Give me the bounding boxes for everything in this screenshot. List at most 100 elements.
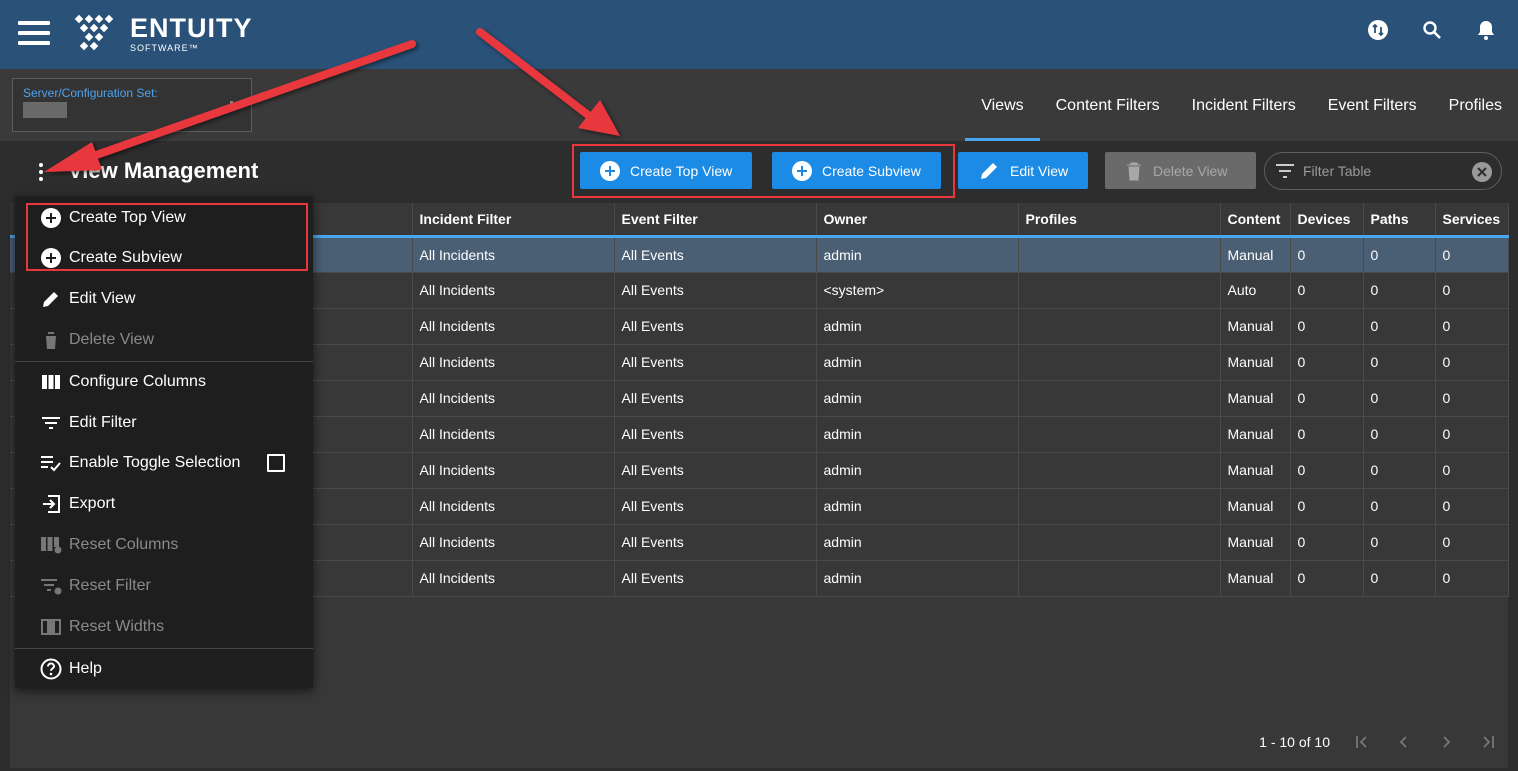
table-cell: 0 xyxy=(1290,236,1364,273)
search-icon[interactable] xyxy=(1420,18,1444,42)
table-cell: admin xyxy=(816,560,1019,597)
column-header[interactable]: Owner xyxy=(816,203,1019,238)
table-cell: 0 xyxy=(1290,488,1364,525)
menu-item-help[interactable]: Help xyxy=(15,649,313,689)
create-subview-button[interactable]: Create Subview xyxy=(772,152,941,189)
column-header[interactable]: Services xyxy=(1435,203,1509,238)
notification-bell-icon[interactable] xyxy=(1474,18,1498,42)
last-page-icon[interactable] xyxy=(1478,732,1498,752)
page-title: View Management xyxy=(68,158,259,183)
table-cell xyxy=(1018,416,1221,453)
columns-icon xyxy=(42,375,60,389)
create-top-view-button[interactable]: Create Top View xyxy=(580,152,753,189)
tab-views[interactable]: Views xyxy=(965,69,1041,141)
server-config-selector[interactable]: Server/Configuration Set: xyxy=(12,78,252,132)
column-header[interactable]: Paths xyxy=(1363,203,1436,238)
filter-table-input[interactable] xyxy=(1303,163,1473,179)
server-config-label: Server/Configuration Set: xyxy=(23,86,158,100)
tab-incident-filters[interactable]: Incident Filters xyxy=(1176,69,1312,141)
table-cell: 0 xyxy=(1363,344,1436,381)
tab-profiles[interactable]: Profiles xyxy=(1433,69,1518,141)
view-toolbar: View Management Create Top View Create S… xyxy=(0,141,1518,203)
table-cell: <system> xyxy=(816,272,1019,309)
reset-columns-icon xyxy=(41,537,62,554)
menu-item-label: Configure Columns xyxy=(69,373,206,390)
table-cell: 0 xyxy=(1435,488,1509,525)
table-cell: 0 xyxy=(1290,416,1364,453)
menu-item-label: Reset Columns xyxy=(69,536,179,553)
table-cell: 0 xyxy=(1363,272,1436,309)
table-cell: All Incidents xyxy=(412,308,615,345)
create-top-view-label: Create Top View xyxy=(630,162,733,179)
table-cell: admin xyxy=(816,308,1019,345)
table-cell xyxy=(1018,524,1221,561)
delete-view-button[interactable]: Delete View xyxy=(1105,152,1256,189)
nav-tabs: Views Content Filters Incident Filters E… xyxy=(965,69,1518,141)
table-cell: 0 xyxy=(1435,308,1509,345)
toggle-selection-checkbox[interactable] xyxy=(267,454,285,472)
menu-item-configure-columns[interactable]: Configure Columns xyxy=(15,362,313,402)
first-page-icon[interactable] xyxy=(1352,732,1372,752)
server-switch-icon[interactable] xyxy=(1366,18,1390,42)
next-page-icon[interactable] xyxy=(1436,732,1456,752)
table-cell: 0 xyxy=(1435,236,1509,273)
menu-item-export[interactable]: Export xyxy=(15,484,313,524)
table-cell: 0 xyxy=(1363,452,1436,489)
filter-lines-icon xyxy=(1276,164,1294,178)
tab-content-filters[interactable]: Content Filters xyxy=(1040,69,1176,141)
more-options-icon[interactable] xyxy=(30,161,52,183)
menu-item-enable-toggle-selection[interactable]: Enable Toggle Selection xyxy=(15,443,313,483)
table-cell: All Incidents xyxy=(412,560,615,597)
menu-item-edit-filter[interactable]: Edit Filter xyxy=(15,403,313,443)
table-cell: Manual xyxy=(1220,308,1291,345)
pencil-icon xyxy=(981,162,997,179)
edit-view-label: Edit View xyxy=(1010,162,1069,179)
column-header[interactable]: Profiles xyxy=(1018,203,1221,238)
table-cell: 0 xyxy=(1363,524,1436,561)
table-cell: Manual xyxy=(1220,452,1291,489)
previous-page-icon[interactable] xyxy=(1394,732,1414,752)
table-cell: 0 xyxy=(1363,308,1436,345)
table-cell xyxy=(1018,560,1221,597)
table-cell: 0 xyxy=(1435,524,1509,561)
table-cell: Auto xyxy=(1220,272,1291,309)
table-cell: admin xyxy=(816,452,1019,489)
table-cell: 0 xyxy=(1290,560,1364,597)
sub-bar: Server/Configuration Set: Views Content … xyxy=(0,69,1518,141)
table-cell xyxy=(1018,452,1221,489)
filter-table-field[interactable] xyxy=(1264,152,1502,190)
menu-item-reset-columns[interactable]: Reset Columns xyxy=(15,525,313,565)
table-cell: 0 xyxy=(1363,488,1436,525)
logo-name: ENTUITY xyxy=(130,13,253,43)
tab-event-filters[interactable]: Event Filters xyxy=(1312,69,1433,141)
column-header[interactable]: Devices xyxy=(1290,203,1364,238)
menu-item-label: Help xyxy=(69,660,102,677)
server-config-value-redacted xyxy=(23,102,67,118)
menu-item-reset-filter[interactable]: Reset Filter xyxy=(15,566,313,606)
menu-item-reset-widths[interactable]: Reset Widths xyxy=(15,607,313,647)
menu-create-items-highlight xyxy=(26,203,308,271)
column-header[interactable]: Content xyxy=(1220,203,1291,238)
column-header[interactable]: Event Filter xyxy=(614,203,817,238)
table-cell: 0 xyxy=(1435,416,1509,453)
table-cell: 0 xyxy=(1290,380,1364,417)
table-cell: All Incidents xyxy=(412,272,615,309)
clear-filter-icon[interactable] xyxy=(1472,162,1492,182)
table-cell: Manual xyxy=(1220,416,1291,453)
menu-item-delete-view[interactable]: Delete View xyxy=(15,320,313,360)
edit-view-button[interactable]: Edit View xyxy=(958,152,1089,189)
table-cell: All Incidents xyxy=(412,236,615,273)
table-cell: admin xyxy=(816,416,1019,453)
hamburger-menu-icon[interactable] xyxy=(18,21,50,45)
pencil-icon xyxy=(43,292,58,307)
menu-item-label: Reset Widths xyxy=(69,618,165,635)
table-cell: 0 xyxy=(1363,560,1436,597)
create-subview-label: Create Subview xyxy=(822,162,921,179)
table-cell: 0 xyxy=(1435,452,1509,489)
table-cell: 0 xyxy=(1435,380,1509,417)
column-header[interactable]: Incident Filter xyxy=(412,203,615,238)
menu-item-edit-view[interactable]: Edit View xyxy=(15,279,313,319)
pagination-range: 1 - 10 of 10 xyxy=(1259,734,1330,750)
table-cell: Manual xyxy=(1220,524,1291,561)
menu-item-label: Reset Filter xyxy=(69,577,151,594)
